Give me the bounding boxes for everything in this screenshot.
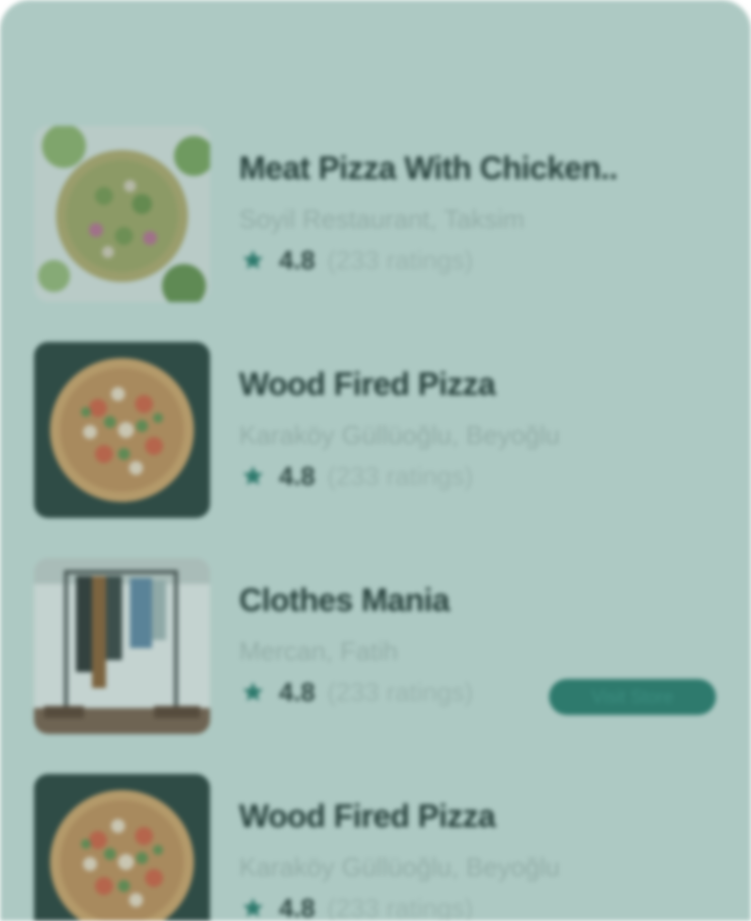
clothes-rack-image xyxy=(34,558,210,734)
list-item[interactable]: Clothes Mania Mercan, Fatih 4.8 (233 rat… xyxy=(34,558,734,736)
visit-store-button[interactable]: Visit Store xyxy=(549,679,716,715)
item-thumbnail[interactable] xyxy=(34,126,210,302)
list-item[interactable]: Wood Fired Pizza Karaköy Güllüoğlu, Beyo… xyxy=(34,342,734,520)
item-location: Mercan, Fatih xyxy=(239,636,398,666)
list-item[interactable]: Wood Fired Pizza Karaköy Güllüoğlu, Beyo… xyxy=(34,774,734,921)
star-icon xyxy=(241,248,265,272)
rating-value: 4.8 xyxy=(279,676,316,707)
item-location: Karaköy Güllüoğlu, Beyoğlu xyxy=(239,420,560,450)
item-title[interactable]: Clothes Mania xyxy=(239,582,450,619)
star-icon xyxy=(241,464,265,488)
item-title[interactable]: Wood Fired Pizza xyxy=(239,798,496,835)
item-thumbnail[interactable] xyxy=(34,558,210,734)
item-location: Karaköy Güllüoğlu, Beyoğlu xyxy=(239,852,560,882)
rating-row: 4.8 (233 ratings) xyxy=(241,892,473,921)
list-item[interactable]: Meat Pizza With Chicken.. Soyil Restaura… xyxy=(34,126,734,304)
item-thumbnail[interactable] xyxy=(34,774,210,921)
star-icon xyxy=(241,680,265,704)
results-card: Meat Pizza With Chicken.. Soyil Restaura… xyxy=(0,0,751,921)
wood-fired-pizza-image xyxy=(34,342,210,518)
wood-fired-pizza-image xyxy=(34,774,210,921)
rating-value: 4.8 xyxy=(279,892,316,921)
rating-value: 4.8 xyxy=(279,460,316,491)
item-title[interactable]: Meat Pizza With Chicken.. xyxy=(239,150,618,187)
rating-row: 4.8 (233 ratings) xyxy=(241,244,473,276)
item-thumbnail[interactable] xyxy=(34,342,210,518)
item-location: Soyil Restaurant, Taksim xyxy=(239,204,525,234)
rating-count: (233 ratings) xyxy=(327,892,474,921)
results-list: Meat Pizza With Chicken.. Soyil Restaura… xyxy=(0,0,751,921)
rating-count: (233 ratings) xyxy=(327,244,474,275)
rating-value: 4.8 xyxy=(279,244,316,275)
rating-row: 4.8 (233 ratings) xyxy=(241,676,473,708)
rating-count: (233 ratings) xyxy=(327,460,474,491)
rating-row: 4.8 (233 ratings) xyxy=(241,460,473,492)
star-icon xyxy=(241,896,265,920)
item-title[interactable]: Wood Fired Pizza xyxy=(239,366,496,403)
rating-count: (233 ratings) xyxy=(327,676,474,707)
pizza-with-greens-image xyxy=(34,126,210,302)
